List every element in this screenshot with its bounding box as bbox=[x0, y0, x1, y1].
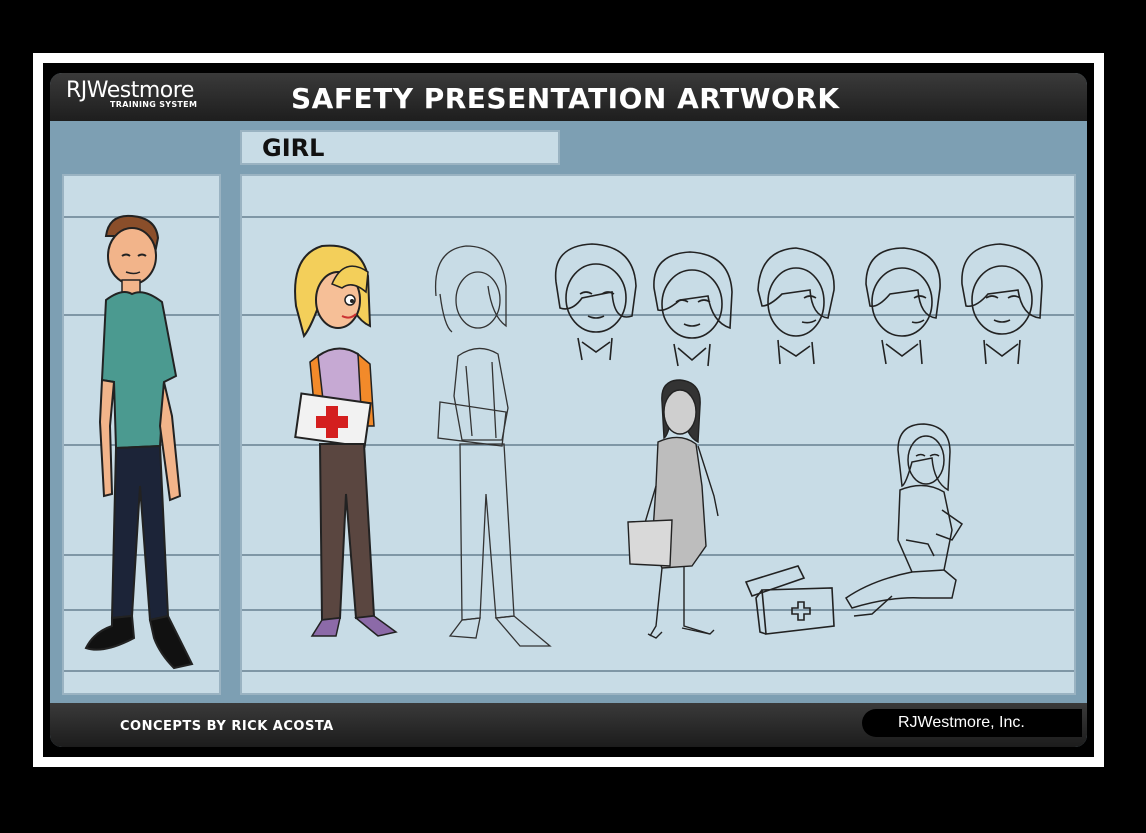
artwork-panel: RJWestmore TRAINING SYSTEM SAFETY PRESEN… bbox=[50, 73, 1087, 747]
girl-head-sketches bbox=[554, 243, 1043, 367]
girl-character-illustration bbox=[294, 244, 398, 637]
inner-frame: RJWestmore TRAINING SYSTEM SAFETY PRESEN… bbox=[43, 63, 1094, 757]
footer-bar: CONCEPTS BY RICK ACOSTA RJWestmore, Inc. bbox=[50, 703, 1087, 747]
header-bar: RJWestmore TRAINING SYSTEM SAFETY PRESEN… bbox=[50, 73, 1087, 121]
section-label-box: GIRL bbox=[240, 130, 560, 165]
logo: RJWestmore TRAINING SYSTEM bbox=[66, 79, 198, 110]
credit-text: CONCEPTS BY RICK ACOSTA bbox=[120, 719, 334, 734]
man-character-illustration bbox=[84, 214, 194, 670]
section-label: GIRL bbox=[262, 134, 325, 162]
outer-frame: RJWestmore TRAINING SYSTEM SAFETY PRESEN… bbox=[33, 53, 1104, 767]
girl-walking-sketch bbox=[627, 379, 719, 639]
girl-kneeling-sketch bbox=[844, 423, 964, 617]
logo-sub: TRAINING SYSTEM bbox=[110, 100, 198, 109]
main-board bbox=[240, 174, 1076, 695]
page-title: SAFETY PRESENTATION ARTWORK bbox=[291, 82, 840, 115]
company-label: RJWestmore, Inc. bbox=[862, 709, 1082, 737]
left-board bbox=[62, 174, 221, 695]
